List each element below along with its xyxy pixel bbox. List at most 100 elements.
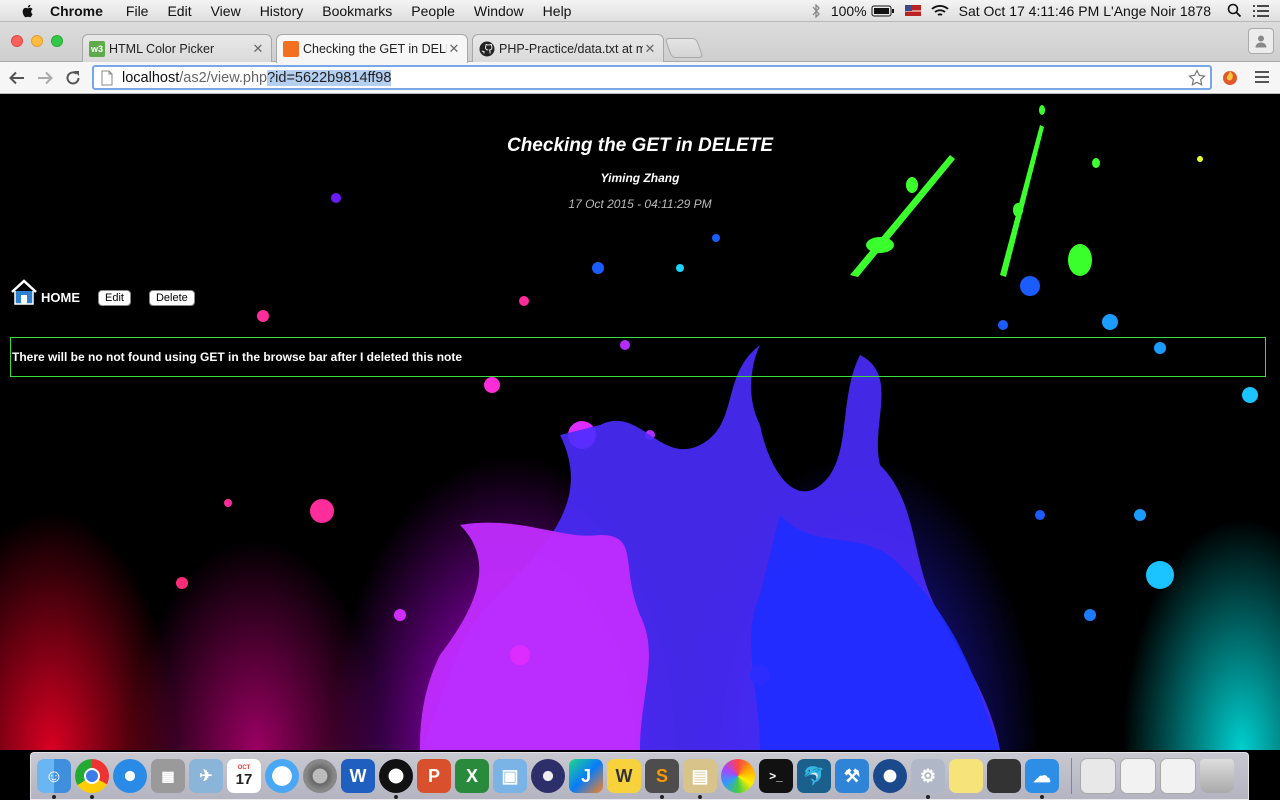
word-icon[interactable]: W bbox=[341, 759, 375, 793]
extension-icon[interactable] bbox=[1221, 68, 1239, 86]
printer-icon[interactable] bbox=[987, 759, 1021, 793]
menu-edit[interactable]: Edit bbox=[167, 3, 191, 19]
calendar-day: 17 bbox=[235, 771, 253, 788]
bluetooth-icon[interactable] bbox=[811, 3, 821, 18]
eclipse-icon[interactable] bbox=[531, 759, 565, 793]
home-link[interactable]: HOME bbox=[41, 290, 80, 305]
jetbrains-icon[interactable]: J bbox=[569, 759, 603, 793]
url-host: localhost bbox=[122, 69, 180, 86]
sublime-text-icon[interactable]: S bbox=[645, 759, 679, 799]
note-date: 17 Oct 2015 - 04:11:29 PM bbox=[568, 197, 712, 211]
chrome-icon[interactable] bbox=[75, 759, 109, 799]
note-title: Checking the GET in DELETE bbox=[506, 135, 774, 156]
icloud-icon[interactable]: ☁ bbox=[1025, 759, 1059, 799]
profile-button[interactable] bbox=[1248, 28, 1274, 54]
us-flag-input-icon[interactable] bbox=[904, 5, 921, 16]
minimize-window-button[interactable] bbox=[31, 35, 43, 47]
close-icon[interactable]: ✕ bbox=[251, 41, 265, 57]
forward-button[interactable] bbox=[34, 67, 56, 89]
dock-area: ☺ ▦ ✈ OCT 17 W P X ▣ J W S ▤ >_ 🐬 ⚒ ⚙ ☁ bbox=[0, 750, 1280, 800]
wifi-icon[interactable] bbox=[931, 4, 949, 18]
excel-icon[interactable]: X bbox=[455, 759, 489, 793]
applications-stack-icon[interactable] bbox=[1160, 758, 1196, 794]
xcode-icon[interactable]: ⚒ bbox=[835, 759, 869, 793]
note-body: There will be no not found using GET in … bbox=[10, 337, 1266, 377]
tab-html-color-picker[interactable]: w3 HTML Color Picker ✕ bbox=[82, 34, 272, 62]
archive-icon[interactable]: ▤ bbox=[683, 759, 717, 799]
back-arrow-icon bbox=[9, 71, 24, 85]
qq-icon[interactable] bbox=[379, 759, 413, 799]
messages-icon[interactable] bbox=[265, 759, 299, 793]
trash-icon[interactable] bbox=[1200, 759, 1234, 793]
tab-strip: w3 HTML Color Picker ✕ Checking the GET … bbox=[0, 22, 1280, 63]
safari-icon[interactable] bbox=[113, 759, 147, 793]
calendar-icon[interactable]: OCT 17 bbox=[227, 759, 261, 793]
tab-title: Checking the GET in DELE bbox=[303, 42, 447, 56]
note-nav: HOME Edit Delete bbox=[10, 276, 195, 306]
menu-window[interactable]: Window bbox=[474, 3, 524, 19]
webstorm-icon[interactable]: W bbox=[607, 759, 641, 793]
reload-button[interactable] bbox=[62, 67, 84, 89]
note-header: Checking the GET in DELETE Yiming Zhang … bbox=[0, 135, 1280, 211]
preview-icon[interactable]: ✈ bbox=[189, 759, 223, 793]
tab-checking-get-in-delete[interactable]: Checking the GET in DELE ✕ bbox=[276, 34, 468, 63]
menu-view[interactable]: View bbox=[211, 3, 241, 19]
mysql-workbench-icon[interactable]: 🐬 bbox=[797, 759, 831, 793]
notification-center-icon[interactable] bbox=[1252, 4, 1270, 18]
browser-toolbar: localhost/as2/view.php ?id=5622b9814ff98 bbox=[0, 62, 1280, 94]
note-author: Yiming Zhang bbox=[600, 171, 680, 185]
menu-bookmarks[interactable]: Bookmarks bbox=[322, 3, 392, 19]
url-query-selected: ?id=5622b9814ff98 bbox=[267, 69, 392, 86]
new-tab-button[interactable] bbox=[664, 38, 704, 58]
back-button[interactable] bbox=[6, 67, 28, 89]
menu-bar: Chrome File Edit View History Bookmarks … bbox=[0, 0, 1280, 22]
address-bar[interactable]: localhost/as2/view.php ?id=5622b9814ff98 bbox=[92, 65, 1212, 90]
url-path: /as2/view.php bbox=[179, 69, 268, 86]
stickies-icon[interactable] bbox=[949, 759, 983, 793]
quicktime-icon[interactable] bbox=[873, 759, 907, 793]
menu-help[interactable]: Help bbox=[543, 3, 572, 19]
user-name[interactable]: L'Ange Noir 1878 bbox=[1103, 3, 1211, 19]
close-icon[interactable]: ✕ bbox=[643, 41, 657, 57]
tab-title: PHP-Practice/data.txt at m bbox=[499, 41, 643, 56]
photos-icon[interactable] bbox=[721, 759, 755, 793]
menu-people[interactable]: People bbox=[411, 3, 455, 19]
edit-button[interactable]: Edit bbox=[98, 290, 131, 306]
bookmark-star-icon[interactable] bbox=[1188, 69, 1206, 87]
tab-title: HTML Color Picker bbox=[109, 41, 215, 56]
dock-separator bbox=[1071, 758, 1072, 794]
powerpoint-icon[interactable]: P bbox=[417, 759, 451, 793]
calculator-icon[interactable]: ▦ bbox=[151, 759, 185, 793]
battery-icon[interactable] bbox=[871, 5, 895, 17]
utilities-icon[interactable]: ⚙ bbox=[911, 759, 945, 799]
menu-history[interactable]: History bbox=[260, 3, 304, 19]
page-icon bbox=[101, 70, 113, 85]
fullscreen-window-button[interactable] bbox=[51, 35, 63, 47]
menu-file[interactable]: File bbox=[126, 3, 149, 19]
chrome-menu-icon[interactable] bbox=[1254, 70, 1270, 84]
w3schools-icon: w3 bbox=[89, 40, 105, 57]
menu-app-chrome[interactable]: Chrome bbox=[50, 3, 103, 19]
tab-php-practice-data[interactable]: PHP-Practice/data.txt at m ✕ bbox=[472, 34, 664, 62]
xampp-icon bbox=[283, 41, 299, 57]
forward-arrow-icon bbox=[38, 71, 53, 85]
close-window-button[interactable] bbox=[11, 35, 23, 47]
apple-icon[interactable] bbox=[20, 3, 36, 19]
page-content: Checking the GET in DELETE Yiming Zhang … bbox=[0, 95, 1280, 750]
downloads-stack-icon[interactable] bbox=[1080, 758, 1116, 794]
github-icon bbox=[479, 41, 495, 56]
system-preferences-icon[interactable] bbox=[303, 759, 337, 793]
virtualbox-icon[interactable]: ▣ bbox=[493, 759, 527, 793]
close-icon[interactable]: ✕ bbox=[447, 41, 461, 57]
person-icon bbox=[1255, 35, 1267, 48]
battery-percent: 100% bbox=[830, 2, 867, 19]
dock: ☺ ▦ ✈ OCT 17 W P X ▣ J W S ▤ >_ 🐬 ⚒ ⚙ ☁ bbox=[30, 752, 1249, 800]
terminal-icon[interactable]: >_ bbox=[759, 759, 793, 793]
delete-button[interactable]: Delete bbox=[148, 290, 195, 306]
clock[interactable]: Sat Oct 17 4:11:46 PM bbox=[959, 3, 1100, 19]
reload-icon bbox=[66, 71, 80, 85]
finder-icon[interactable]: ☺ bbox=[37, 759, 71, 799]
documents-stack-icon[interactable] bbox=[1120, 758, 1156, 794]
spotlight-search-icon[interactable] bbox=[1227, 3, 1242, 18]
home-icon[interactable] bbox=[10, 279, 38, 306]
